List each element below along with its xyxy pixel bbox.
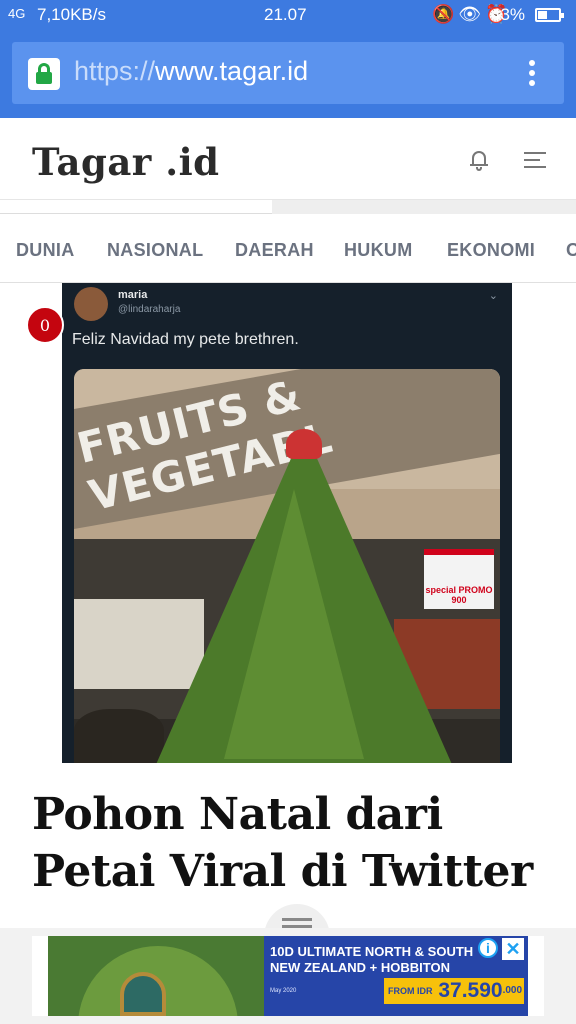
site-header: Tagar .id xyxy=(0,118,576,200)
chevron-down-icon: ⌄ xyxy=(488,290,498,302)
browser-toolbar: https://www.tagar.id xyxy=(0,30,576,118)
ad-headline-1: 10D ULTIMATE NORTH & SOUTH xyxy=(270,944,474,959)
ad-headline-2: NEW ZEALAND + HOBBITON xyxy=(270,960,450,975)
ad-price: FROM IDR 37.590.000 xyxy=(384,978,524,1004)
battery-icon xyxy=(535,8,564,22)
site-logo[interactable]: Tagar .id xyxy=(32,140,220,184)
category-nasional[interactable]: NASIONAL xyxy=(107,240,203,261)
battery-percentage: 43% xyxy=(491,5,526,24)
network-speed: 7,10KB/s xyxy=(37,5,106,24)
ad-image xyxy=(48,936,264,1016)
lock-icon[interactable] xyxy=(28,58,60,90)
tweet-author-handle: @lindaraharja xyxy=(118,304,181,315)
eye-icon: 👁 xyxy=(458,4,486,24)
tweet-author-name: maria xyxy=(118,289,148,301)
tweet-text: Feliz Navidad my pete brethren. xyxy=(72,331,299,348)
overflow-menu-icon[interactable] xyxy=(528,60,536,88)
hamburger-menu-icon[interactable] xyxy=(524,152,546,168)
bottom-ad-container: 10D ULTIMATE NORTH & SOUTH NEW ZEALAND +… xyxy=(0,928,576,1024)
bell-muted-icon: 🔕 xyxy=(432,4,459,24)
ad-date: May 2020 xyxy=(270,988,297,994)
category-daerah[interactable]: DAERAH xyxy=(235,240,314,261)
signal-icon: 4G xyxy=(8,6,26,21)
category-hukum[interactable]: HUKUM xyxy=(344,240,413,261)
top-ad-strip xyxy=(0,200,576,214)
ad-close-icon[interactable]: ✕ xyxy=(502,938,524,960)
clock: 21.07 xyxy=(264,5,307,24)
ad-info-icon[interactable]: i xyxy=(478,938,498,958)
article-headline[interactable]: Pohon Natal dari Petai Viral di Twitter xyxy=(32,786,552,900)
category-dunia[interactable]: DUNIA xyxy=(16,240,75,261)
url-text[interactable]: https://www.tagar.id xyxy=(74,56,308,87)
address-bar[interactable]: https://www.tagar.id xyxy=(12,42,564,104)
comment-count-badge[interactable]: 0 xyxy=(26,306,64,344)
category-ekonomi[interactable]: EKONOMI xyxy=(447,240,535,261)
category-nav: DUNIA NASIONAL DAERAH HUKUM EKONOMI O xyxy=(0,215,576,283)
status-bar: 4G 7,10KB/s 21.07 🔕👁⏰ 43% xyxy=(0,0,576,30)
advertisement-banner[interactable]: 10D ULTIMATE NORTH & SOUTH NEW ZEALAND +… xyxy=(32,936,544,1016)
tweet-avatar xyxy=(74,287,108,321)
notification-bell-icon[interactable] xyxy=(470,149,488,171)
tweet-photo: FRUITS & VEGETABL special PROMO 900 xyxy=(74,369,500,763)
category-more[interactable]: O xyxy=(566,240,576,261)
article-hero-image[interactable]: maria @lindaraharja ⌄ Feliz Navidad my p… xyxy=(62,283,512,763)
